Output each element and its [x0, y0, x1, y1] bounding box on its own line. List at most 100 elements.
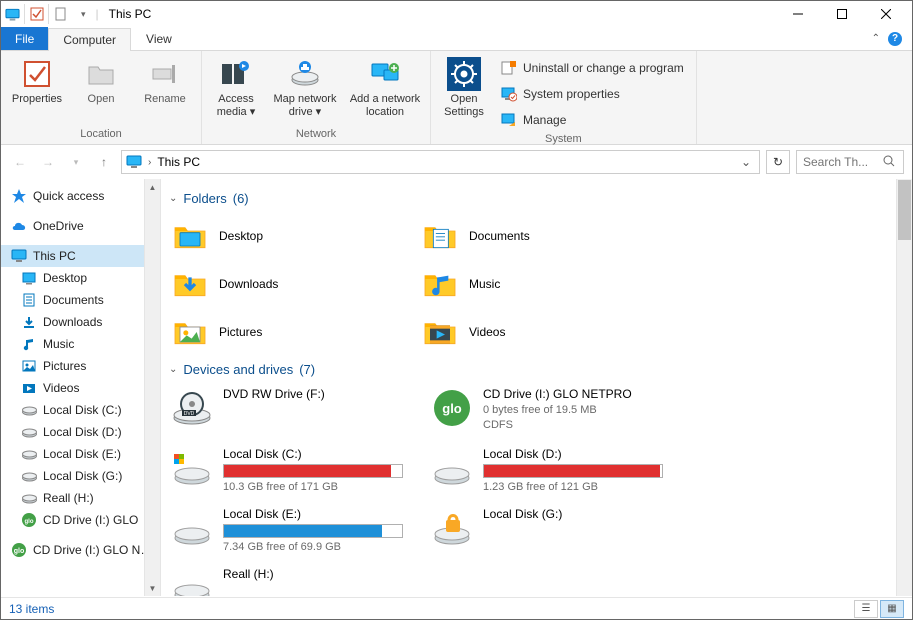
nav-recent-button[interactable]: ▾ — [65, 151, 87, 173]
rename-button: Rename — [135, 55, 195, 108]
sidebar-scrollbar[interactable]: ▲ ▼ — [144, 179, 160, 596]
folder-videos[interactable]: Videos — [417, 308, 667, 356]
system-properties-icon — [501, 86, 517, 102]
open-label: Open — [88, 93, 115, 106]
item-icon — [21, 292, 37, 308]
sidebar-item-videos[interactable]: Videos — [1, 377, 160, 399]
sidebar-item-local-disk-g-[interactable]: Local Disk (G:) — [1, 465, 160, 487]
map-drive-button[interactable]: Map network drive ▾ — [268, 55, 342, 120]
manage-button[interactable]: Manage — [495, 109, 690, 131]
folder-desktop[interactable]: Desktop — [167, 212, 417, 260]
sidebar-item-downloads[interactable]: Downloads — [1, 311, 160, 333]
folder-icon — [171, 265, 209, 303]
rename-label: Rename — [144, 93, 186, 106]
open-settings-button[interactable]: Open Settings — [437, 55, 491, 120]
access-media-button[interactable]: Access media ▾ — [208, 55, 264, 120]
sidebar-item-local-disk-c-[interactable]: Local Disk (C:) — [1, 399, 160, 421]
view-details-button[interactable]: ☰ — [854, 600, 878, 618]
help-icon[interactable]: ? — [888, 32, 902, 46]
drive-d[interactable]: Local Disk (D:) 1.23 GB free of 121 GB — [427, 443, 687, 503]
drive-h[interactable]: Reall (H:) — [167, 563, 427, 596]
view-tab[interactable]: View — [131, 27, 187, 50]
search-icon — [883, 155, 897, 169]
quick-access-icon — [11, 188, 27, 204]
navigation-pane[interactable]: Quick access OneDrive This PC DesktopDoc… — [1, 179, 161, 596]
glo-icon: glo — [11, 542, 27, 558]
open-button: Open — [71, 55, 131, 108]
sidebar-item-pictures[interactable]: Pictures — [1, 355, 160, 377]
this-pc-icon — [126, 154, 142, 170]
hdd-icon — [171, 447, 213, 489]
qat-dropdown-icon[interactable]: ▾ — [77, 9, 90, 20]
uninstall-program-button[interactable]: Uninstall or change a program — [495, 57, 690, 79]
address-bar[interactable]: › This PC ⌄ — [121, 150, 760, 174]
address-text: This PC — [157, 155, 200, 169]
file-tab[interactable]: File — [1, 27, 48, 50]
nav-up-button[interactable]: ↑ — [93, 151, 115, 173]
search-input[interactable] — [803, 155, 873, 169]
sidebar-item-documents[interactable]: Documents — [1, 289, 160, 311]
open-settings-label: Open Settings — [439, 93, 489, 118]
app-icon — [5, 4, 25, 24]
folder-downloads[interactable]: Downloads — [167, 260, 417, 308]
computer-tab[interactable]: Computer — [48, 28, 131, 51]
nav-forward-button[interactable]: → — [37, 151, 59, 173]
item-icon — [21, 358, 37, 374]
search-box[interactable] — [796, 150, 904, 174]
item-icon — [21, 380, 37, 396]
qat-properties-icon[interactable] — [29, 4, 49, 24]
content-scrollbar[interactable] — [896, 179, 912, 596]
folder-music[interactable]: Music — [417, 260, 667, 308]
maximize-button[interactable] — [820, 1, 864, 27]
hdd-locked-icon — [431, 507, 473, 549]
onedrive-icon — [11, 218, 27, 234]
sidebar-item-desktop[interactable]: Desktop — [1, 267, 160, 289]
add-network-location-label: Add a network location — [348, 93, 422, 118]
folders-section-header[interactable]: ⌄ Folders (6) — [167, 185, 902, 212]
address-dropdown-icon[interactable]: ⌄ — [737, 155, 755, 169]
svg-text:DVD: DVD — [184, 411, 195, 417]
add-network-location-button[interactable]: Add a network location — [346, 55, 424, 120]
hdd-icon — [171, 567, 213, 596]
sidebar-item-cd-drive-glo[interactable]: glo CD Drive (I:) GLO NETPRO — [1, 539, 160, 561]
close-button[interactable] — [864, 1, 908, 27]
drive-c[interactable]: Local Disk (C:) 10.3 GB free of 171 GB — [167, 443, 427, 503]
folder-icon — [421, 313, 459, 351]
sidebar-item-reall-h-[interactable]: Reall (H:) — [1, 487, 160, 509]
drive-e[interactable]: Local Disk (E:) 7.34 GB free of 69.9 GB — [167, 503, 427, 563]
sidebar-item-music[interactable]: Music — [1, 333, 160, 355]
sidebar-item-this-pc[interactable]: This PC — [1, 245, 160, 267]
minimize-button[interactable] — [776, 1, 820, 27]
qat-new-icon[interactable] — [53, 4, 73, 24]
nav-back-button[interactable]: ← — [9, 151, 31, 173]
system-group-label: System — [545, 131, 582, 147]
uninstall-icon — [501, 60, 517, 76]
svg-text:glo: glo — [25, 519, 34, 525]
ribbon-collapse-icon[interactable]: ⌃ — [872, 33, 880, 44]
properties-label: Properties — [12, 93, 62, 106]
sidebar-item-onedrive[interactable]: OneDrive — [1, 215, 160, 237]
sidebar-item-quick-access[interactable]: Quick access — [1, 185, 160, 207]
svg-text:glo: glo — [14, 548, 25, 555]
view-tiles-button[interactable]: ▦ — [880, 600, 904, 618]
hdd-icon — [171, 507, 213, 549]
dvd-drive-icon: DVD — [171, 387, 213, 429]
sidebar-item-local-disk-d-[interactable]: Local Disk (D:) — [1, 421, 160, 443]
sidebar-item-local-disk-e-[interactable]: Local Disk (E:) — [1, 443, 160, 465]
folder-pictures[interactable]: Pictures — [167, 308, 417, 356]
drive-g[interactable]: Local Disk (G:) — [427, 503, 687, 563]
drive-dvd[interactable]: DVD DVD RW Drive (F:) — [167, 383, 427, 443]
drives-section-header[interactable]: ⌄ Devices and drives (7) — [167, 356, 902, 383]
folder-icon — [421, 265, 459, 303]
network-group-label: Network — [296, 126, 336, 142]
properties-button[interactable]: Properties — [7, 55, 67, 108]
folder-icon — [171, 313, 209, 351]
drive-glo[interactable]: glo CD Drive (I:) GLO NETPRO 0 bytes fre… — [427, 383, 687, 443]
folder-icon — [421, 217, 459, 255]
folder-icon — [171, 217, 209, 255]
sidebar-item-cd-drive-i-glo[interactable]: gloCD Drive (I:) GLO — [1, 509, 160, 531]
content-pane[interactable]: ⌄ Folders (6) DesktopDocumentsDownloadsM… — [161, 179, 912, 596]
folder-documents[interactable]: Documents — [417, 212, 667, 260]
refresh-button[interactable]: ↻ — [766, 150, 790, 174]
system-properties-button[interactable]: System properties — [495, 83, 690, 105]
